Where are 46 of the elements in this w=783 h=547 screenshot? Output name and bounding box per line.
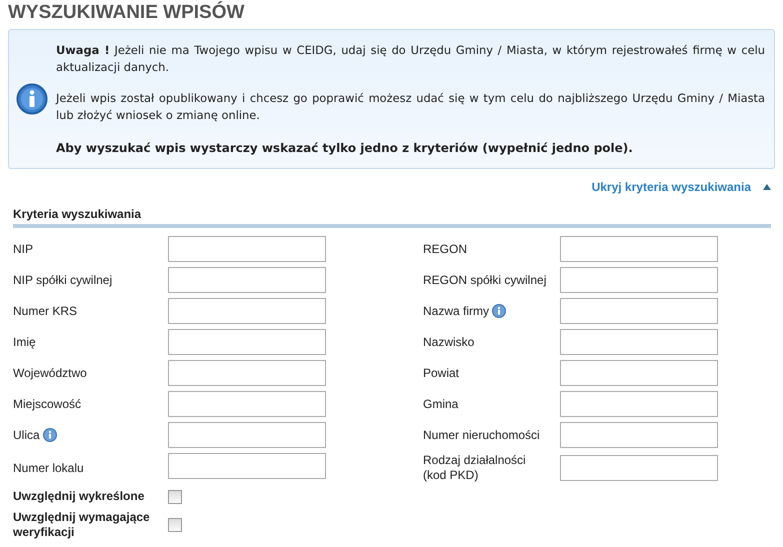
field-label: Nazwa firmy — [423, 298, 550, 324]
collapse-arrow-icon[interactable] — [763, 184, 771, 190]
text-field[interactable] — [168, 391, 326, 417]
field-label: REGON — [423, 240, 468, 258]
text-field[interactable] — [168, 422, 326, 448]
section-title: Kryteria wyszukiwania — [13, 207, 142, 223]
text-field[interactable] — [560, 329, 718, 355]
info-icon[interactable] — [492, 304, 506, 318]
checkbox-label: Uwzględnij wykreślone — [13, 489, 146, 504]
text-field[interactable] — [560, 298, 718, 324]
field-label: Miejscowość — [13, 396, 82, 412]
page-title: WYSZUKIWANIE WPISÓW — [8, 2, 246, 24]
text-field[interactable] — [560, 455, 718, 481]
field-label: Ulica — [13, 422, 140, 448]
text-field[interactable] — [560, 391, 718, 417]
text-field[interactable] — [168, 236, 326, 262]
text-field[interactable] — [560, 360, 718, 386]
text-field[interactable] — [168, 360, 326, 386]
field-label: Numer nieruchomości — [423, 426, 541, 444]
field-label: NIP spółki cywilnej — [13, 272, 114, 288]
field-label: Numer KRS — [13, 302, 78, 320]
text-field[interactable] — [168, 329, 326, 355]
field-label: Województwo — [13, 364, 88, 382]
field-label: Nazwisko — [423, 334, 476, 350]
text-field[interactable] — [168, 298, 326, 324]
notice-text: Jeżeli wpis został opublikowany i chcesz go poprawić możesz udać się w tym celu do najbliższego Urzędu Gminy / Miasta lub złożyć wniosek o zmianę online. — [56, 90, 765, 124]
notice-emphasis: Aby wyszukać wpis wystarczy wskazać tylko jedno z kryteriów (wypełnić jedno pole). — [56, 140, 634, 156]
info-icon[interactable] — [42, 428, 57, 442]
field-label: REGON spółki cywilnej — [423, 272, 548, 288]
text-field[interactable] — [168, 267, 326, 293]
notice-text: Uwaga ! Jeżeli nie ma Twojego wpisu w CEIDG, udaj się do Urzędu Gminy / Miasta, w którym rejestrowałeś firmę w celu aktualizacji danych. — [56, 42, 765, 76]
hide-criteria-link[interactable]: Ukryj kryteria wyszukiwania — [592, 180, 751, 194]
text-field[interactable] — [560, 267, 718, 293]
checkbox[interactable] — [168, 490, 182, 504]
field-label: NIP — [13, 240, 34, 258]
checkbox[interactable] — [168, 518, 182, 532]
field-label: Gmina — [423, 396, 460, 412]
text-field[interactable] — [560, 422, 718, 448]
field-label: Rodzaj działalności (kod PKD) — [423, 453, 527, 483]
text-field[interactable] — [168, 453, 326, 479]
field-label: Imię — [13, 334, 37, 350]
field-label: Numer lokalu — [13, 460, 85, 476]
info-icon — [16, 83, 48, 115]
field-label: Powiat — [423, 364, 460, 382]
checkbox-label: Uwzględnij wymagające weryfikacji — [13, 510, 151, 540]
text-field[interactable] — [560, 236, 718, 262]
